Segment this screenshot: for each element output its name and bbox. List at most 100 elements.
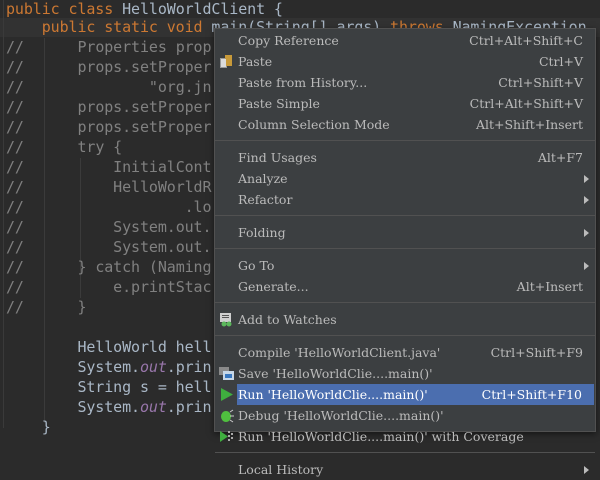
menu-item-compile-helloworldclient-java[interactable]: Compile 'HelloWorldClient.java' Ctrl+Shif… (215, 342, 595, 363)
comment-token: // (6, 38, 24, 56)
code-line: // "org.jn (6, 77, 212, 97)
submenu-arrow-icon (584, 175, 589, 183)
code-line: // HelloWorldR (6, 177, 212, 197)
menu-item-folding[interactable]: Folding (215, 222, 595, 243)
menu-item-label: Find Usages (238, 150, 317, 165)
menu-item-debug-helloworldclie-main[interactable]: Debug 'HelloWorldClie....main()' (215, 405, 595, 426)
comment-token: // (6, 158, 24, 176)
code-line: // } catch (Naming (6, 257, 212, 277)
context-menu: Copy Reference Ctrl+Alt+Shift+C Paste Ctrl+… (214, 28, 596, 477)
comment-token: // (6, 98, 24, 116)
comment-token: // (6, 258, 24, 276)
menu-item-label: Column Selection Mode (238, 117, 390, 132)
menu-separator (215, 452, 595, 453)
code-line: // Properties prop (6, 37, 212, 57)
menu-item-shortcut: Ctrl+Shift+F9 (490, 345, 583, 360)
menu-item-label: Paste from History... (238, 75, 368, 90)
comment-token: // (6, 78, 24, 96)
menu-separator (215, 248, 595, 249)
menu-item-label: Refactor (238, 192, 293, 207)
comment-token: // (6, 58, 24, 76)
menu-item-column-selection-mode[interactable]: Column Selection Mode Alt+Shift+Insert (215, 114, 595, 135)
menu-item-run-helloworldclie-main[interactable]: Run 'HelloWorldClie....main()' Ctrl+Shift… (221, 384, 594, 405)
code-line: // .lo (6, 197, 212, 217)
menu-item-shortcut: Ctrl+Shift+F10 (481, 387, 582, 402)
comment-token: .lo (23, 198, 212, 216)
menu-item-analyze[interactable]: Analyze (215, 168, 595, 189)
code-token: HelloWorldClient { (122, 0, 283, 18)
menu-item-paste-simple[interactable]: Paste Simple Ctrl+Alt+Shift+V (215, 93, 595, 114)
comment-token: props.setProper (23, 58, 212, 76)
menu-item-label: Run 'HelloWorldClie....main()' (238, 387, 428, 402)
menu-item-shortcut: Alt+Insert (516, 279, 583, 294)
menu-item-label: Analyze (238, 171, 288, 186)
menu-item-refactor[interactable]: Refactor (215, 189, 595, 210)
gutter-divider (3, 0, 4, 428)
keyword-token: public class (6, 0, 123, 18)
menu-item-label: Add to Watches (238, 312, 337, 327)
comment-token: // (6, 178, 24, 196)
comment-token: // (6, 238, 24, 256)
coverage-icon (219, 429, 234, 444)
paste-icon (219, 54, 234, 69)
code-line: HelloWorld hell (6, 337, 211, 357)
menu-item-shortcut: Ctrl+Alt+Shift+C (469, 33, 583, 48)
menu-item-shortcut: Alt+F7 (537, 150, 583, 165)
comment-token: // (6, 298, 24, 316)
menu-item-find-usages[interactable]: Find Usages Alt+F7 (215, 147, 595, 168)
comment-token: "org.jn (23, 78, 212, 96)
code-token: System. (6, 358, 140, 376)
menu-item-label: Folding (238, 225, 286, 240)
menu-item-shortcut: Ctrl+V (538, 54, 583, 69)
submenu-arrow-icon (584, 466, 589, 474)
menu-separator (215, 302, 595, 303)
menu-item-label: Run 'HelloWorldClie....main()' with Cove… (238, 429, 524, 444)
code-line: System.out.prin (6, 357, 211, 377)
code-line: // e.printStac (6, 277, 212, 297)
comment-token: e.printStac (23, 278, 212, 296)
menu-item-paste[interactable]: Paste Ctrl+V (215, 51, 595, 72)
menu-item-label: Compile 'HelloWorldClient.java' (238, 345, 441, 360)
code-line: } (6, 417, 51, 437)
menu-item-generate[interactable]: Generate... Alt+Insert (215, 276, 595, 297)
menu-item-add-to-watches[interactable]: Add to Watches (215, 309, 595, 330)
submenu-arrow-icon (584, 229, 589, 237)
comment-token: HelloWorldR (23, 178, 212, 196)
menu-item-shortcut: Alt+Shift+Insert (475, 117, 583, 132)
menu-item-shortcut: Ctrl+Alt+Shift+V (469, 96, 583, 111)
debug-icon (219, 408, 234, 423)
menu-item-copy-reference[interactable]: Copy Reference Ctrl+Alt+Shift+C (215, 30, 595, 51)
code-token: .prin (166, 398, 212, 416)
comment-token: System.out. (23, 218, 212, 236)
code-line: String s = hell (6, 377, 211, 397)
comment-token: System.out. (23, 238, 212, 256)
comment-token: Properties prop (23, 38, 212, 56)
code-line: // props.setProper (6, 117, 212, 137)
menu-item-run-helloworldclie-main-with-coverage[interactable]: Run 'HelloWorldClie....main()' with Cove… (215, 426, 595, 447)
menu-item-paste-from-history[interactable]: Paste from History... Ctrl+Shift+V (215, 72, 595, 93)
comment-token: try { (23, 138, 123, 156)
menu-item-local-history[interactable]: Local History (215, 459, 595, 480)
menu-item-label: Paste (238, 54, 273, 69)
code-token: String s = hell (6, 378, 212, 396)
submenu-arrow-icon (584, 262, 589, 270)
menu-item-go-to[interactable]: Go To (215, 255, 595, 276)
code-line: // try { (6, 137, 122, 157)
code-line: // InitialCont (6, 157, 212, 177)
menu-item-save-helloworldclie-main[interactable]: Save 'HelloWorldClie....main()' (215, 363, 595, 384)
code-line: // System.out. (6, 217, 212, 237)
menu-item-label: Copy Reference (238, 33, 339, 48)
comment-token: } (23, 298, 87, 316)
comment-token: } catch (Naming (23, 258, 212, 276)
menu-item-shortcut: Ctrl+Shift+V (498, 75, 583, 90)
comment-token: props.setProper (23, 118, 212, 136)
menu-separator (215, 140, 595, 141)
code-token: .prin (166, 358, 212, 376)
code-line: // } (6, 297, 86, 317)
menu-item-label: Generate... (238, 279, 309, 294)
comment-token: // (6, 278, 24, 296)
code-token: out (139, 358, 167, 376)
comment-token: // (6, 218, 24, 236)
watch-icon (219, 312, 234, 327)
code-line: // props.setProper (6, 97, 212, 117)
